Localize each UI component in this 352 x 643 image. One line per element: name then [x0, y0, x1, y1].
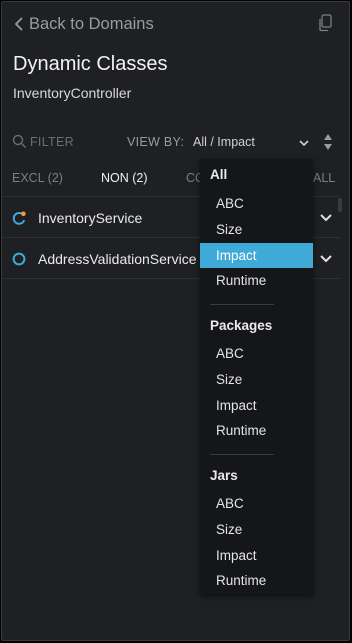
dropdown-option-jars-size[interactable]: Size — [200, 517, 313, 542]
sort-icon[interactable] — [322, 132, 334, 152]
ring-icon — [12, 252, 26, 266]
view-by-label: VIEW BY: — [127, 135, 185, 149]
dropdown-option-packages-impact[interactable]: Impact — [200, 393, 313, 418]
dropdown-option-jars-runtime[interactable]: Runtime — [200, 568, 313, 593]
tab-all[interactable]: ALL — [313, 171, 335, 185]
back-to-domains-link[interactable]: Back to Domains — [13, 13, 154, 35]
dropdown-group-jars: Jars — [210, 468, 238, 483]
back-label: Back to Domains — [29, 14, 154, 33]
dropdown-option-all-impact[interactable]: Impact — [200, 243, 313, 268]
page-subtitle: InventoryController — [13, 85, 132, 101]
chevron-down-icon[interactable] — [319, 252, 333, 264]
dynamic-classes-panel: Back to Domains Dynamic Classes Inventor… — [1, 1, 350, 641]
list-item-label: InventoryService — [38, 210, 143, 226]
dropdown-option-packages-runtime[interactable]: Runtime — [200, 418, 313, 443]
search-icon — [12, 134, 27, 149]
dropdown-group-packages: Packages — [210, 318, 273, 333]
dropdown-option-packages-size[interactable]: Size — [200, 367, 313, 392]
partial-circle-icon — [12, 211, 26, 225]
view-by-dropdown: All ABC Size Impact Runtime Packages ABC… — [200, 159, 313, 594]
filter-input[interactable] — [30, 132, 120, 152]
dropdown-option-all-runtime[interactable]: Runtime — [200, 268, 313, 293]
filter-toolbar: VIEW BY: All / Impact — [12, 132, 342, 154]
copy-icon[interactable] — [317, 14, 333, 32]
dropdown-option-all-size[interactable]: Size — [200, 217, 313, 242]
tab-excl[interactable]: EXCL (2) — [12, 171, 63, 185]
chevron-left-icon — [13, 14, 29, 34]
dropdown-option-all-abc[interactable]: ABC — [200, 191, 313, 216]
tab-non[interactable]: NON (2) — [101, 171, 148, 185]
dropdown-group-all: All — [210, 167, 228, 182]
dropdown-option-jars-impact[interactable]: Impact — [200, 543, 313, 568]
page-title: Dynamic Classes — [13, 53, 168, 75]
scrollbar[interactable] — [338, 198, 342, 212]
dropdown-option-jars-abc[interactable]: ABC — [200, 491, 313, 516]
dropdown-option-packages-abc[interactable]: ABC — [200, 341, 313, 366]
chevron-down-icon[interactable] — [298, 136, 310, 148]
view-by-select[interactable]: All / Impact — [193, 135, 255, 149]
list-item-label: AddressValidationService — [38, 251, 197, 267]
dropdown-divider — [210, 454, 274, 455]
dropdown-divider — [210, 304, 274, 305]
chevron-down-icon[interactable] — [319, 211, 333, 223]
